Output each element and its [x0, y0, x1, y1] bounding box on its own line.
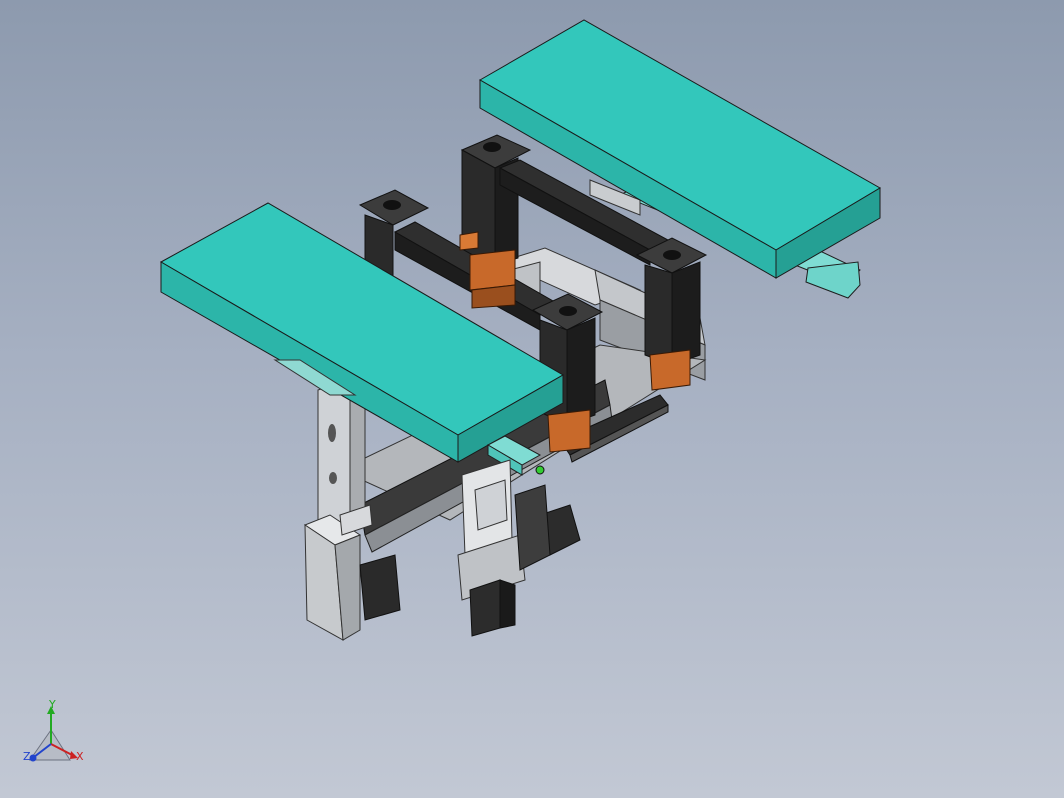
x-axis-label: X — [76, 750, 84, 763]
z-axis-label: Z — [23, 750, 31, 763]
y-axis-label: Y — [48, 700, 56, 711]
coordinate-triad[interactable]: Y X Z — [18, 700, 98, 780]
graphics-viewport[interactable]: Y X Z — [0, 0, 1064, 798]
assembly-model[interactable] — [0, 0, 1064, 798]
z-axis-arrow — [29, 754, 37, 762]
right-teal-table — [478, 19, 881, 279]
z-axis-module — [457, 459, 581, 637]
